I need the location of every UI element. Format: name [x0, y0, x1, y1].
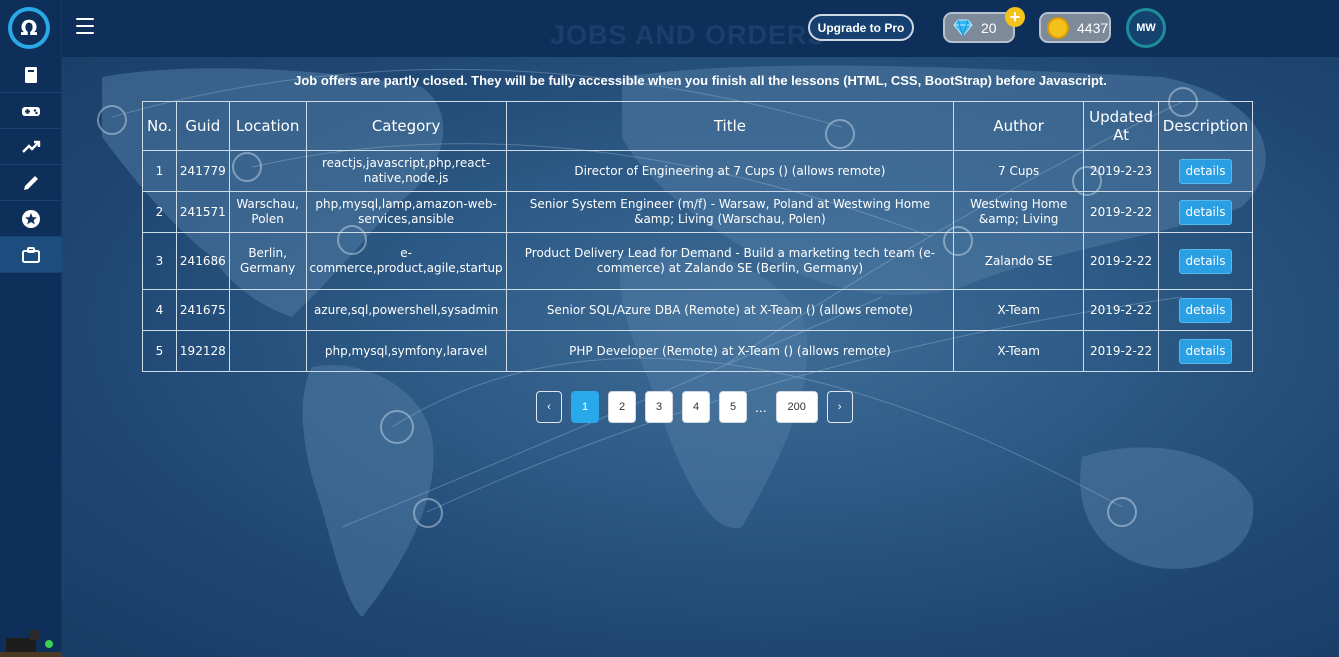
upgrade-button[interactable]: Upgrade to Pro [808, 14, 914, 41]
col-header-location: Location [228, 101, 307, 151]
cell-title: Director of Engineering at 7 Cups () (al… [505, 150, 955, 192]
mascot-image [0, 630, 62, 657]
cell-description: details [1158, 330, 1253, 372]
coin-icon [1047, 16, 1069, 39]
cell-location: Berlin, Germany [228, 232, 307, 290]
pagination: ‹ 1 2 3 4 5 ... 200 › [536, 390, 862, 423]
top-bar: JOBS AND ORDERS Upgrade to Pro 20 + 4437… [62, 0, 1339, 57]
page-button-1[interactable]: 1 [571, 390, 599, 423]
book-icon [25, 66, 37, 83]
cell-category: reactjs,javascript,php,react-native,node… [305, 150, 507, 192]
table-row: 2 241571 Warschau, Polen php,mysql,lamp,… [142, 191, 1253, 233]
gems-value: 20 [981, 19, 997, 36]
cell-author: X-Team [953, 330, 1085, 372]
sidebar-item-achievements[interactable] [0, 201, 62, 237]
menu-toggle-icon[interactable] [76, 18, 94, 34]
cell-category: php,mysql,symfony,laravel [305, 330, 507, 372]
details-button[interactable]: details [1178, 297, 1233, 323]
page-button-last[interactable]: 200 [775, 390, 818, 423]
col-header-category: Category [305, 101, 507, 151]
cell-updated: 2019-2-22 [1083, 289, 1159, 331]
sidebar-item-lessons[interactable] [0, 57, 62, 93]
cell-location [228, 330, 307, 372]
logo-glyph: Ω [12, 11, 46, 45]
sidebar-item-progress[interactable] [0, 129, 62, 165]
page-button-3[interactable]: 3 [645, 390, 673, 423]
cell-title: PHP Developer (Remote) at X-Team () (all… [505, 330, 955, 372]
cell-author: Zalando SE [953, 232, 1085, 290]
cell-guid: 241686 [175, 232, 230, 290]
col-header-author: Author [953, 101, 1085, 151]
cell-guid: 241571 [175, 191, 230, 233]
gamepad-icon [22, 106, 40, 116]
cell-no: 2 [142, 191, 177, 233]
cell-description: details [1158, 150, 1253, 192]
cell-author: 7 Cups [953, 150, 1085, 192]
col-header-description: Description [1158, 101, 1253, 151]
app-logo[interactable]: Ω [8, 7, 50, 49]
trending-up-icon [22, 140, 41, 153]
page-button-4[interactable]: 4 [682, 390, 710, 423]
page-button-2[interactable]: 2 [608, 390, 636, 423]
table-row: 1 241779 reactjs,javascript,php,react-na… [142, 150, 1253, 192]
cell-updated: 2019-2-22 [1083, 330, 1159, 372]
details-button[interactable]: details [1178, 158, 1233, 184]
sidebar-item-games[interactable] [0, 93, 62, 129]
cell-category: e-commerce,product,agile,startup [305, 232, 507, 290]
diamond-icon [953, 19, 973, 38]
cell-category: php,mysql,lamp,amazon-web-services,ansib… [305, 191, 507, 233]
details-button[interactable]: details [1178, 248, 1233, 274]
cell-updated: 2019-2-22 [1083, 191, 1159, 233]
coins-value: 4437 [1077, 19, 1109, 36]
cell-author: X-Team [953, 289, 1085, 331]
jobs-content: Job offers are partly closed. They will … [62, 57, 1339, 657]
col-header-title: Title [505, 101, 955, 151]
cell-no: 4 [142, 289, 177, 331]
col-header-guid: Guid [175, 101, 230, 151]
star-badge-icon [22, 209, 40, 228]
cell-author: Westwing Home &amp; Living [953, 191, 1085, 233]
cell-location [228, 289, 307, 331]
pencil-icon [24, 175, 38, 190]
cell-guid: 241779 [175, 150, 230, 192]
cell-location [228, 150, 307, 192]
briefcase-icon [22, 246, 40, 263]
details-button[interactable]: details [1178, 338, 1233, 364]
table-row: 4 241675 azure,sql,powershell,sysadmin S… [142, 289, 1253, 331]
cell-guid: 192128 [175, 330, 230, 372]
jobs-table: No. Guid Location Category Title Author … [142, 101, 1253, 372]
pagination-ellipsis: ... [755, 398, 767, 415]
details-button[interactable]: details [1178, 199, 1233, 225]
cell-description: details [1158, 232, 1253, 290]
cell-no: 5 [142, 330, 177, 372]
cell-title: Senior System Engineer (m/f) - Warsaw, P… [505, 191, 955, 233]
cell-guid: 241675 [175, 289, 230, 331]
table-header-row: No. Guid Location Category Title Author … [142, 101, 1253, 151]
cell-title: Senior SQL/Azure DBA (Remote) at X-Team … [505, 289, 955, 331]
user-avatar[interactable]: MW [1126, 8, 1166, 48]
sidebar-item-jobs[interactable] [0, 237, 62, 273]
page-button-5[interactable]: 5 [719, 390, 747, 423]
table-row: 5 192128 php,mysql,symfony,laravel PHP D… [142, 330, 1253, 372]
cell-location: Warschau, Polen [228, 191, 307, 233]
col-header-no: No. [142, 101, 177, 151]
next-page-button[interactable]: › [826, 390, 853, 423]
cell-no: 3 [142, 232, 177, 290]
cell-description: details [1158, 289, 1253, 331]
cell-category: azure,sql,powershell,sysadmin [305, 289, 507, 331]
prev-page-button[interactable]: ‹ [536, 390, 562, 423]
sidebar: Ω [0, 0, 62, 657]
coins-counter: 4437 [1039, 12, 1111, 43]
sidebar-item-editor[interactable] [0, 165, 62, 201]
table-row: 3 241686 Berlin, Germany e-commerce,prod… [142, 232, 1253, 290]
cell-description: details [1158, 191, 1253, 233]
notice-text: Job offers are partly closed. They will … [294, 73, 1107, 88]
cell-updated: 2019-2-23 [1083, 150, 1159, 192]
cell-no: 1 [142, 150, 177, 192]
cell-updated: 2019-2-22 [1083, 232, 1159, 290]
page-title: JOBS AND ORDERS [550, 20, 827, 50]
cell-title: Product Delivery Lead for Demand - Build… [505, 232, 955, 290]
col-header-updated: Updated At [1083, 101, 1159, 151]
add-gems-button[interactable]: + [1005, 7, 1025, 27]
